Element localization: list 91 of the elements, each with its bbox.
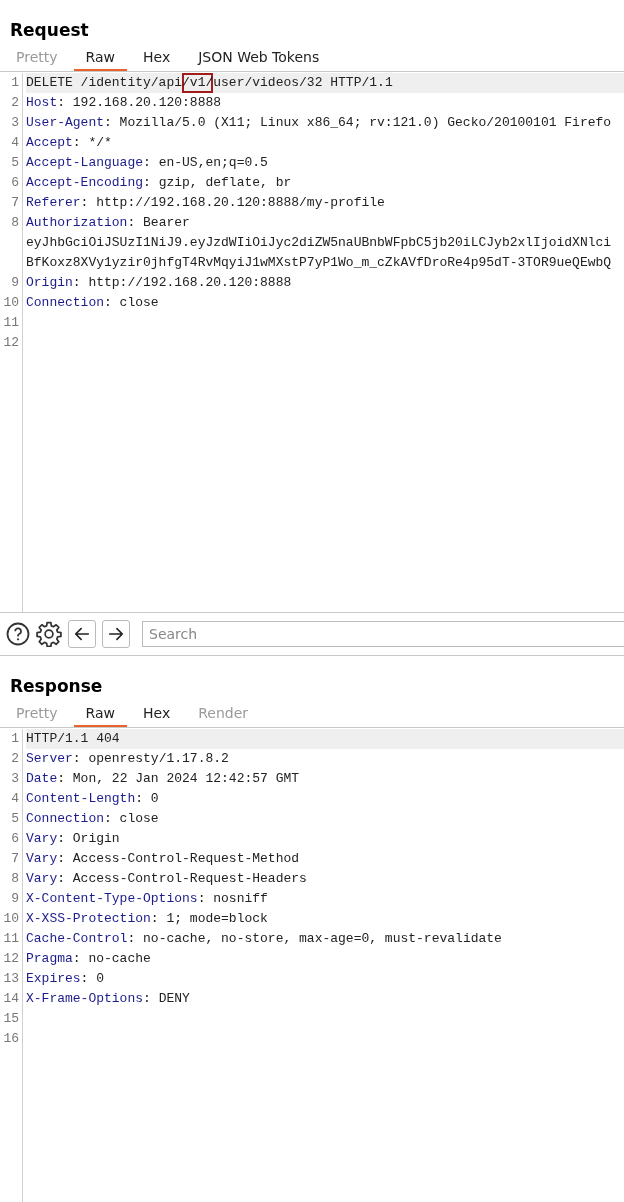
line-number: 12 — [2, 334, 20, 352]
header-value: : 192.168.20.120:8888 — [57, 95, 222, 110]
header-value: : Access-Control-Request-Method — [57, 851, 300, 866]
line-number: 2 — [10, 94, 20, 112]
line-number: 1 — [10, 730, 20, 748]
line-number: 13 — [2, 970, 20, 988]
header-name: Accept-Language — [26, 155, 144, 170]
code-text: HTTP/1.1 404 — [26, 731, 120, 746]
header-name: Expires — [26, 971, 81, 986]
header-name: Content-Length — [26, 791, 136, 806]
header-value: : Bearer — [127, 215, 190, 230]
header-name: Authorization — [26, 215, 128, 230]
line-number: 7 — [10, 850, 20, 868]
header-name: Connection — [26, 295, 104, 310]
line-number: 11 — [2, 930, 20, 948]
line-number: 4 — [10, 790, 20, 808]
header-name: Vary — [26, 851, 58, 866]
header-name: Accept-Encoding — [26, 175, 144, 190]
header-value: : 0 — [135, 791, 159, 806]
header-value: BfKoxz8XVy1yzir0jhfgT4RvMqyiJ1wMXstP7yP1Wo_m_cZkAVfDroRe4p95dT-3TOR9ueQEwbQ — [26, 255, 612, 270]
header-name: User-Agent — [26, 115, 104, 130]
header-name: Pragma — [26, 951, 73, 966]
header-name: X-XSS-Protection — [26, 911, 151, 926]
help-icon[interactable] — [6, 622, 30, 646]
line-number: 16 — [2, 1030, 20, 1048]
forward-button[interactable] — [102, 620, 130, 648]
line-number: 10 — [2, 910, 20, 928]
tab[interactable]: Raw — [73, 702, 127, 727]
header-name: Connection — [26, 811, 104, 826]
line-number: 12 — [2, 950, 20, 968]
tab[interactable]: JSON Web Tokens — [186, 46, 332, 71]
tab[interactable]: Hex — [131, 46, 183, 71]
back-button[interactable] — [68, 620, 96, 648]
settings-icon[interactable] — [36, 621, 62, 647]
header-value: : http://192.168.20.120:8888 — [72, 275, 292, 290]
header-value: : 0 — [80, 971, 104, 986]
header-name: Referer — [26, 195, 81, 210]
header-name: Host — [26, 95, 58, 110]
line-number: 15 — [2, 1010, 20, 1028]
line-number: 4 — [10, 134, 20, 152]
line-number: 9 — [10, 274, 20, 292]
line-number: 5 — [10, 810, 20, 828]
search-field[interactable]: Search — [142, 621, 624, 647]
header-name: Date — [26, 771, 58, 786]
header-name: Origin — [26, 275, 73, 290]
right-arrow-icon — [107, 625, 125, 643]
header-value: : en-US,en;q=0.5 — [143, 155, 268, 170]
line-number: 1 — [10, 74, 20, 92]
code-text: user/videos/32 HTTP/1.1 — [213, 75, 393, 90]
line-number: 5 — [10, 154, 20, 172]
line-number: 14 — [2, 990, 20, 1008]
line-number: 11 — [2, 314, 20, 332]
header-value: : DENY — [143, 991, 190, 1006]
tab[interactable]: Hex — [131, 702, 183, 727]
line-number: 8 — [10, 214, 20, 232]
tab[interactable]: Raw — [73, 46, 127, 71]
line-number: 9 — [10, 890, 20, 908]
header-value: eyJhbGciOiJSUzI1NiJ9.eyJzdWIiOiJyc2diZW5naUBnbWFpbC5jb20iLCJyb2xlIjoidXNlci — [26, 235, 612, 250]
header-name: Server — [26, 751, 73, 766]
line-number: 3 — [10, 770, 20, 788]
header-value: : Mozilla/5.0 (X11; Linux x86_64; rv:121.0) Gecko/20100101 Firefo — [104, 115, 612, 130]
header-value: : no-cache — [72, 951, 151, 966]
header-value: : 1; mode=block — [150, 911, 268, 926]
code-text: DELETE /identity/api — [26, 75, 183, 90]
header-value: : nosniff — [197, 891, 268, 906]
header-value: : Access-Control-Request-Headers — [57, 871, 307, 886]
header-name: X-Content-Type-Options — [26, 891, 198, 906]
line-number: 6 — [10, 174, 20, 192]
header-value: : Origin — [57, 831, 120, 846]
header-value: : http://192.168.20.120:8888/my-profile — [80, 195, 385, 210]
header-value: : no-cache, no-store, max-age=0, must-revalidate — [127, 931, 502, 946]
header-value: : */* — [72, 135, 112, 150]
line-number: 7 — [10, 194, 20, 212]
header-name: X-Frame-Options — [26, 991, 144, 1006]
header-name: Vary — [26, 831, 58, 846]
header-value: : gzip, deflate, br — [143, 175, 292, 190]
header-name: Accept — [26, 135, 73, 150]
header-value: : openresty/1.17.8.2 — [72, 751, 229, 766]
panel-title: Request — [9, 19, 90, 42]
line-number: 10 — [2, 294, 20, 312]
header-name: Vary — [26, 871, 58, 886]
header-value: : Mon, 22 Jan 2024 12:42:57 GMT — [57, 771, 300, 786]
line-number: 3 — [10, 114, 20, 132]
panel-title: Response — [9, 675, 104, 698]
line-number: 6 — [10, 830, 20, 848]
left-arrow-icon — [73, 625, 91, 643]
header-value: : close — [104, 295, 159, 310]
header-value: : close — [104, 811, 159, 826]
line-number: 2 — [10, 750, 20, 768]
line-number: 8 — [10, 870, 20, 888]
header-name: Cache-Control — [26, 931, 128, 946]
